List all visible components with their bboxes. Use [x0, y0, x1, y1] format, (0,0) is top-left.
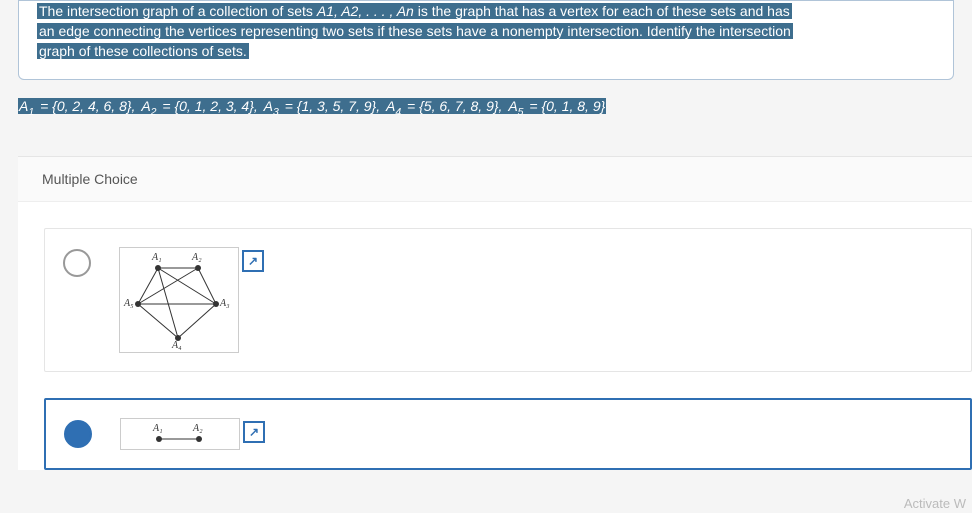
- a2-lhs: A2: [140, 98, 157, 114]
- expand-icon[interactable]: ↗: [243, 421, 265, 443]
- graph-thumbnail-2: A₁ A₂ ↗: [120, 418, 240, 450]
- mc-header: Multiple Choice: [18, 157, 972, 202]
- choice-1[interactable]: A₁ A₂ A₃ A₄ A₅ ↗: [44, 228, 972, 372]
- prompt-pre: The intersection graph of a collection o…: [39, 3, 317, 19]
- vertex-label-a1-b: A₁: [153, 423, 163, 434]
- a5-lhs: A5: [507, 98, 524, 114]
- vertex-label-a1: A₁: [152, 252, 162, 263]
- vertex-label-a2-b: A₂: [193, 423, 203, 434]
- multiple-choice-panel: Multiple Choice: [18, 156, 972, 470]
- watermark: Activate W: [904, 496, 966, 511]
- choice-2[interactable]: A₁ A₂ ↗: [44, 398, 972, 470]
- vertex-label-a4: A₄: [172, 340, 182, 351]
- radio-unselected[interactable]: [63, 249, 91, 277]
- radio-selected[interactable]: [64, 420, 92, 448]
- a5-rhs: = {0, 1, 8, 9}: [525, 98, 607, 114]
- vertex-label-a5: A₅: [124, 298, 134, 309]
- graph-thumbnail-1: A₁ A₂ A₃ A₄ A₅ ↗: [119, 247, 239, 353]
- a4-rhs: = {5, 6, 7, 8, 9},: [402, 98, 507, 114]
- prompt-line3: graph of these collections of sets.: [37, 43, 249, 59]
- question-prompt-box: The intersection graph of a collection o…: [18, 0, 954, 80]
- prompt-text: The intersection graph of a collection o…: [37, 3, 792, 19]
- a1-rhs: = {0, 2, 4, 6, 8},: [35, 98, 140, 114]
- vertex-label-a2: A₂: [192, 252, 202, 263]
- a1-lhs: A1: [18, 98, 35, 114]
- sets-definition-line: A1 = {0, 2, 4, 6, 8}, A2 = {0, 1, 2, 3, …: [18, 98, 954, 118]
- graph-svg-2: [121, 419, 239, 449]
- a4-lhs: A4: [385, 98, 402, 114]
- a3-rhs: = {1, 3, 5, 7, 9},: [280, 98, 385, 114]
- vertex-label-a3: A₃: [220, 298, 230, 309]
- prompt-symbols: A1, A2, . . . , An: [317, 3, 414, 19]
- a3-lhs: A3: [263, 98, 280, 114]
- prompt-line2: an edge connecting the vertices represen…: [37, 23, 793, 39]
- a2-rhs: = {0, 1, 2, 3, 4},: [158, 98, 263, 114]
- expand-icon[interactable]: ↗: [242, 250, 264, 272]
- prompt-post: is the graph that has a vertex for each …: [414, 3, 790, 19]
